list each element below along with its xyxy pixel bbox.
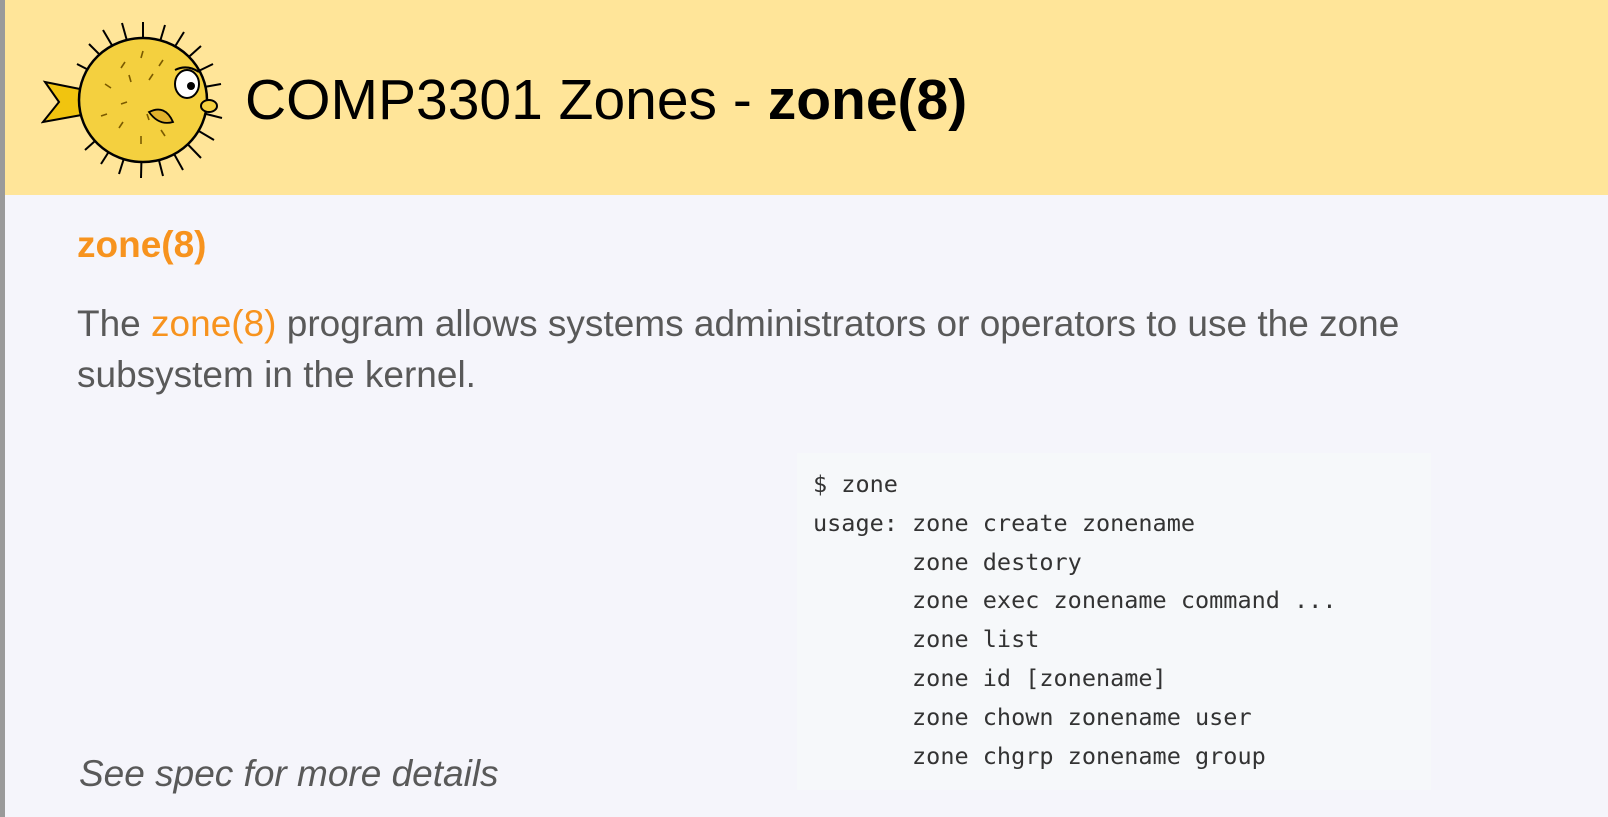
- code-line: zone chgrp zonename group: [813, 741, 1266, 770]
- section-heading: zone(8): [77, 224, 207, 265]
- code-line: usage: zone create zonename: [813, 508, 1196, 537]
- code-line: zone exec zonename command ...: [813, 586, 1337, 615]
- code-line: zone list: [813, 625, 1040, 654]
- slide-title: COMP3301 Zones - zone(8): [245, 62, 967, 138]
- slide-title-bold: zone(8): [767, 68, 968, 132]
- code-line: zone destory: [813, 547, 1082, 576]
- code-block: $ zone usage: zone create zonename zone …: [797, 453, 1431, 790]
- zone-man-page-link[interactable]: zone(8): [151, 303, 276, 344]
- code-line: zone id [zonename]: [813, 663, 1167, 692]
- intro-paragraph: The zone(8) program allows systems admin…: [77, 298, 1577, 400]
- slide-header: COMP3301 Zones - zone(8): [5, 0, 1608, 195]
- code-line: zone chown zonename user: [813, 702, 1252, 731]
- pufferfish-logo-icon: [41, 22, 223, 179]
- intro-text-before: The: [77, 303, 152, 344]
- footnote: See spec for more details: [79, 753, 499, 794]
- code-line: $ zone: [813, 470, 898, 498]
- code-lines: $ zone usage: zone create zonename zone …: [813, 465, 1336, 775]
- slide-title-prefix: COMP3301 Zones -: [245, 68, 768, 132]
